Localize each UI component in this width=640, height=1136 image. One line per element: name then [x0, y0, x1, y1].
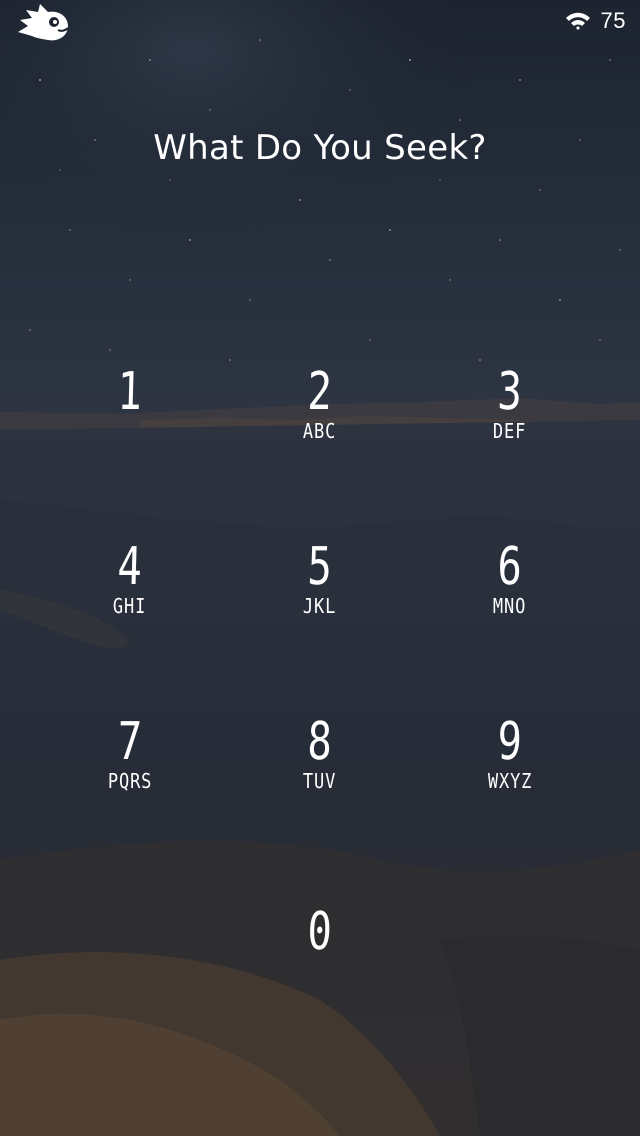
- lock-screen: 75 What Do You Seek? 1 2 ABC 3 DEF 4 GHI…: [0, 0, 640, 1136]
- status-bar: 75: [0, 0, 640, 44]
- key-4[interactable]: 4 GHI: [55, 533, 205, 653]
- key-8[interactable]: 8 TUV: [245, 708, 395, 828]
- key-3[interactable]: 3 DEF: [435, 358, 585, 478]
- key-letters: WXYZ: [487, 769, 533, 793]
- key-2[interactable]: 2 ABC: [245, 358, 395, 478]
- key-digit: 6: [496, 537, 524, 597]
- key-letters: PQRS: [107, 769, 153, 793]
- wifi-icon: [565, 12, 590, 30]
- hedgehog-logo-icon: [18, 4, 69, 41]
- key-digit: 9: [496, 712, 524, 772]
- status-indicators: 75: [565, 6, 626, 36]
- key-digit: 5: [306, 537, 334, 597]
- key-letters: MNO: [493, 594, 527, 618]
- key-6[interactable]: 6 MNO: [435, 533, 585, 653]
- key-digit: 3: [496, 362, 524, 422]
- key-0[interactable]: 0: [245, 898, 395, 1018]
- key-letters: JKL: [303, 594, 337, 618]
- key-digit: 1: [116, 362, 144, 422]
- key-digit: 0: [306, 902, 334, 962]
- key-digit: 4: [116, 537, 144, 597]
- key-letters: ABC: [303, 419, 337, 443]
- key-1[interactable]: 1: [55, 358, 205, 478]
- key-letters: GHI: [113, 594, 147, 618]
- key-7[interactable]: 7 PQRS: [55, 708, 205, 828]
- page-title: What Do You Seek?: [153, 128, 487, 168]
- key-letters: TUV: [303, 769, 337, 793]
- key-9[interactable]: 9 WXYZ: [435, 708, 585, 828]
- battery-level: 75: [600, 8, 626, 33]
- key-digit: 8: [306, 712, 334, 772]
- key-5[interactable]: 5 JKL: [245, 533, 395, 653]
- key-digit: 7: [116, 712, 144, 772]
- key-letters: DEF: [493, 419, 527, 443]
- key-digit: 2: [306, 362, 334, 422]
